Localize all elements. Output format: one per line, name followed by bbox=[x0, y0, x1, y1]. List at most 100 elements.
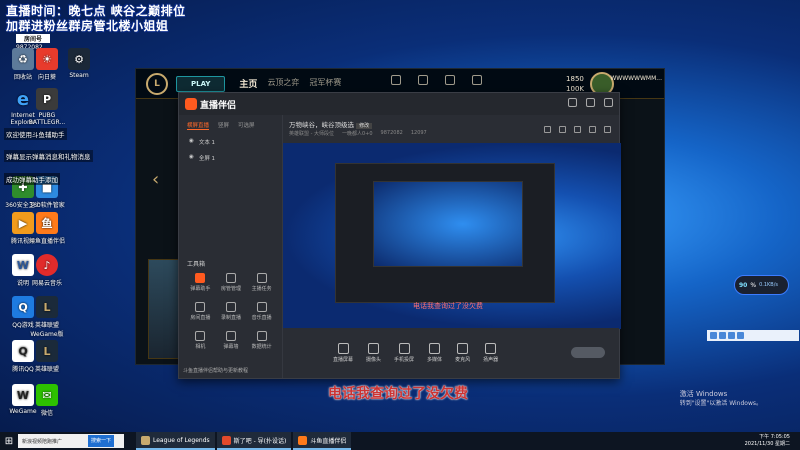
task-douyu[interactable]: 斗鱼直播伴侣 bbox=[293, 432, 352, 450]
stream-app-window: 直播伴侣 横屏直播 竖屏 可选屏 ◉ 文本 1 ◉ 全屏 1 工具箱 弹幕助手 房管… bbox=[178, 92, 621, 379]
taskbar-clock[interactable]: 下午 7:05:05 2021/11/30 星期二 bbox=[745, 434, 790, 448]
minimize-icon[interactable] bbox=[568, 98, 577, 107]
share-icon[interactable] bbox=[559, 126, 566, 133]
lol-icon: L bbox=[36, 296, 58, 318]
task-browser[interactable]: 斯了吧 - 导(扑设话) bbox=[216, 432, 292, 450]
tab-optional[interactable]: 可选屏 bbox=[238, 121, 255, 130]
camera-button[interactable]: 摄像头 bbox=[366, 343, 381, 363]
window-controls bbox=[568, 98, 613, 107]
desktop-icon-netease-music[interactable]: ♪ 网易云音乐 bbox=[24, 254, 70, 287]
gift-icon[interactable] bbox=[544, 126, 551, 133]
app-tool-icons bbox=[544, 126, 611, 133]
phone-icon bbox=[398, 343, 410, 354]
speaker-button[interactable]: 扬声器 bbox=[483, 343, 498, 363]
pubg-icon: P bbox=[36, 88, 58, 110]
phone-cast-button[interactable]: 手机投屏 bbox=[394, 343, 414, 363]
microphone-icon bbox=[457, 343, 469, 354]
ime-icon[interactable] bbox=[728, 332, 735, 339]
ime-icon[interactable] bbox=[719, 332, 726, 339]
tool-room-live[interactable]: 房间直播 bbox=[185, 302, 216, 321]
media-icon bbox=[429, 343, 441, 354]
tool-stats[interactable]: 数据统计 bbox=[246, 331, 277, 350]
search-button[interactable]: 搜索一下 bbox=[88, 435, 115, 447]
currency-display: 1850 100K bbox=[566, 74, 584, 94]
speaker-icon bbox=[485, 343, 497, 354]
room-label: 房间号 bbox=[16, 34, 50, 43]
tool-danmu-wall[interactable]: 弹幕墙 bbox=[216, 331, 247, 350]
taskbar: ⊞ 新浪视频陪跑推广 搜索一下 League of Legends 斯了吧 - … bbox=[0, 432, 800, 450]
eye-icon[interactable]: ◉ bbox=[189, 154, 194, 162]
start-live-button[interactable] bbox=[571, 347, 605, 358]
lol-icon: L bbox=[36, 340, 58, 362]
desktop-icon-wechat[interactable]: ✉ 微信 bbox=[24, 384, 70, 417]
tool-music[interactable]: 音乐直播 bbox=[246, 302, 277, 321]
microphone-button[interactable]: 麦克风 bbox=[455, 343, 470, 363]
stream-title: 万物峡谷，峡谷顶级选 修改 bbox=[289, 119, 373, 129]
desktop-icon-lol[interactable]: L 英雄联盟 bbox=[24, 340, 70, 373]
windows-start-icon[interactable]: ⊞ bbox=[0, 432, 18, 450]
desktop-icon-douyu[interactable]: 鱼斗鱼直播伴侣 bbox=[24, 212, 70, 245]
task-league[interactable]: League of Legends bbox=[136, 432, 215, 450]
side-note-1: 欢迎使用斗鱼辅助手 bbox=[4, 128, 67, 140]
gear-icon[interactable] bbox=[604, 126, 611, 133]
nav-tft[interactable]: 云顶之弈 bbox=[267, 77, 299, 90]
ime-icon[interactable] bbox=[737, 332, 744, 339]
tool-camera[interactable]: 相机 bbox=[185, 331, 216, 350]
app-logo: 直播伴侣 bbox=[185, 98, 236, 111]
play-button[interactable]: PLAY bbox=[176, 75, 226, 92]
bell-icon[interactable] bbox=[589, 126, 596, 133]
stats-icon bbox=[256, 331, 267, 341]
source-item[interactable]: ◉ 全屏 1 bbox=[179, 150, 282, 166]
league-logo-icon: L bbox=[146, 72, 168, 95]
performance-widget[interactable]: 90% 0.1KB/s bbox=[734, 275, 789, 295]
stream-info: 英雄联盟 - 大师段位 一晚都人0+0 9872082 12097 bbox=[289, 130, 427, 137]
tool-record[interactable]: 录制直播 bbox=[216, 302, 247, 321]
subtitle-text: 电话我查询过了没欠费 bbox=[328, 386, 468, 402]
settings-icon[interactable] bbox=[574, 126, 581, 133]
loot-icon[interactable] bbox=[445, 75, 455, 85]
side-note-2: 弹幕显示弹幕消息和礼物消息 bbox=[4, 150, 93, 162]
activate-windows-watermark: 激活 Windows 转到"设置"以激活 Windows。 bbox=[679, 390, 762, 407]
scene-tabs: 横屏直播 竖屏 可选屏 bbox=[179, 115, 282, 134]
screen-capture-button[interactable]: 直播屏幕 bbox=[333, 343, 353, 363]
net-speed: 0.1KB/s bbox=[759, 282, 779, 288]
camera-icon bbox=[368, 343, 380, 354]
steam-icon: ⚙ bbox=[68, 48, 90, 70]
scene-panel: 横屏直播 竖屏 可选屏 ◉ 文本 1 ◉ 全屏 1 工具箱 弹幕助手 房管管理 主播… bbox=[179, 115, 283, 378]
nav-worlds[interactable]: 冠军杯赛 bbox=[309, 77, 341, 90]
monitor-icon bbox=[337, 343, 349, 354]
douyu-icon bbox=[298, 435, 308, 445]
music-icon bbox=[256, 302, 267, 312]
eye-icon[interactable]: ◉ bbox=[189, 138, 194, 146]
edit-title-button[interactable]: 修改 bbox=[356, 123, 373, 129]
tab-portrait[interactable]: 竖屏 bbox=[218, 121, 229, 130]
maximize-icon[interactable] bbox=[586, 98, 595, 107]
danmu-icon bbox=[195, 273, 206, 283]
league-nav: 主页 云顶之弈 冠军杯赛 bbox=[239, 77, 341, 90]
tool-room-admin[interactable]: 房管管理 bbox=[216, 273, 247, 292]
side-note-3: 成功弹幕助手添加 bbox=[4, 173, 60, 185]
nav-home[interactable]: 主页 bbox=[239, 77, 257, 90]
league-nav-icons bbox=[391, 75, 482, 85]
music-icon: ♪ bbox=[36, 254, 58, 276]
close-icon[interactable] bbox=[604, 98, 613, 107]
profile-icon[interactable] bbox=[391, 75, 401, 85]
desktop-icon-lol-wegame[interactable]: L 英雄联盟 WeGame版 bbox=[24, 296, 70, 338]
desktop-icon-steam[interactable]: ⚙ Steam bbox=[56, 48, 102, 79]
store-icon[interactable] bbox=[472, 75, 482, 85]
ime-toolbar[interactable] bbox=[707, 330, 799, 341]
source-item[interactable]: ◉ 文本 1 bbox=[179, 134, 282, 150]
carousel-prev-icon[interactable]: ‹ bbox=[152, 169, 159, 190]
collection-icon[interactable] bbox=[418, 75, 428, 85]
blue-essence: 1850 bbox=[566, 75, 584, 83]
lol-icon bbox=[141, 435, 150, 445]
ime-icon[interactable] bbox=[710, 332, 717, 339]
desktop-icon-pubg[interactable]: P PUBG BATTLEGR... bbox=[24, 88, 70, 126]
tool-task[interactable]: 主播任务 bbox=[246, 273, 277, 292]
wall-icon bbox=[225, 331, 236, 341]
browser-icon bbox=[221, 435, 231, 445]
help-link[interactable]: 斗鱼直播伴侣帮助与更新教程 bbox=[183, 367, 248, 374]
tool-danmu[interactable]: 弹幕助手 bbox=[185, 273, 216, 292]
tab-landscape[interactable]: 横屏直播 bbox=[187, 121, 210, 130]
media-button[interactable]: 多媒体 bbox=[427, 343, 442, 363]
